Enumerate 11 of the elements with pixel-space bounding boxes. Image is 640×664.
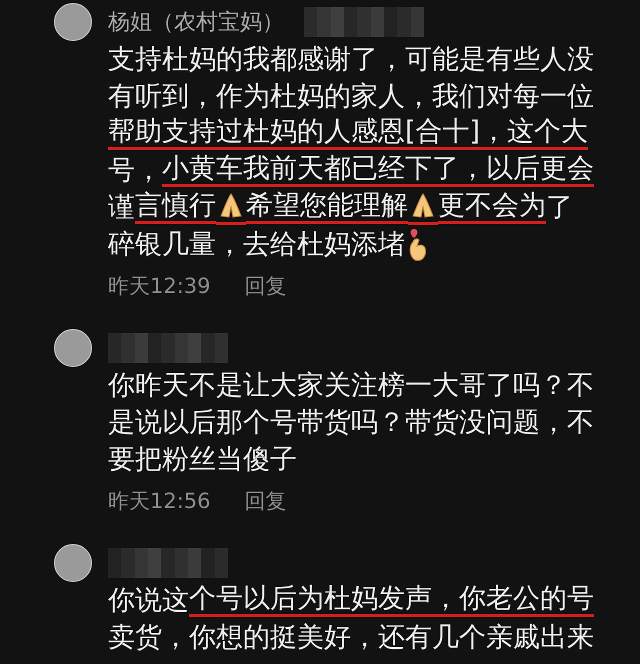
comment-time: 昨天12:39 <box>108 273 211 300</box>
reply-link[interactable]: 回复 <box>244 487 287 515</box>
comment-text: 支持杜妈的我都感谢了，可能是有些人没 有听到，作为杜妈的家人，我们对每一位 帮助支持过杜妈的人感恩[合十]，这个大 号，小黄车我前天都已经下了，以后更会 谨言慎行 希望您能理解 更不会为了 碎银几量，去给杜妈添堵 <box>108 43 595 263</box>
reply-link[interactable]: 回复 <box>244 272 287 300</box>
comment-text: 你说这个号以后为杜妈发声，你老公的号 卖货，你想的挺美好，还有几个亲戚出来 <box>108 582 595 655</box>
avatar[interactable] <box>54 544 92 582</box>
avatar[interactable] <box>54 329 92 367</box>
user-name[interactable]: 杨姐（农村宝妈） <box>108 7 284 37</box>
avatar[interactable] <box>54 3 92 41</box>
comment-text: 你昨天不是让大家关注榜一大哥了吗？不 是说以后那个号带货吗？带货没问题，不 要把粉丝当傻子 <box>108 369 595 477</box>
comment-time: 昨天12:56 <box>108 488 211 515</box>
